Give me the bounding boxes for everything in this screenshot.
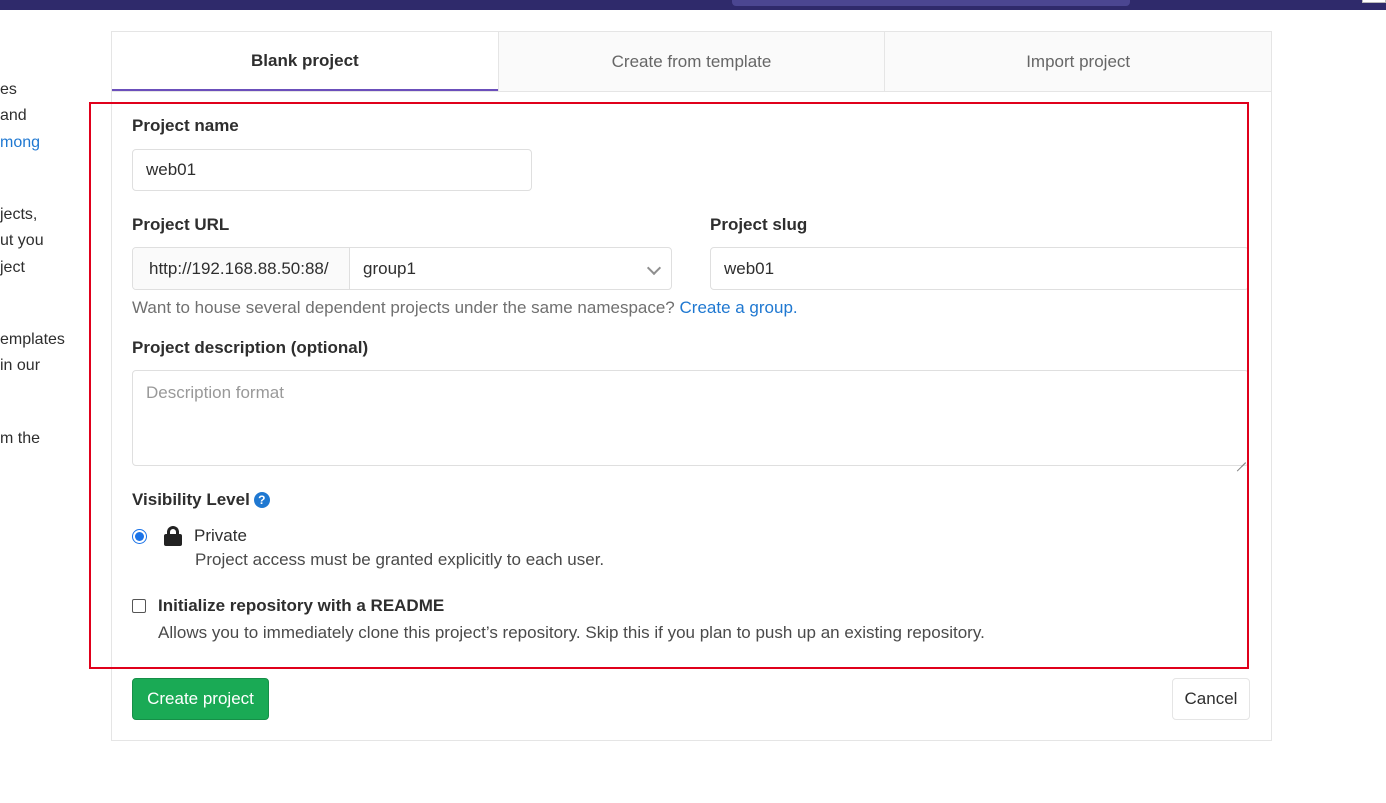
chevron-down-icon xyxy=(646,260,662,276)
tab-create-from-template[interactable]: Create from template xyxy=(497,32,885,91)
visibility-private-label[interactable]: Private xyxy=(194,526,247,546)
side-text-line: ject xyxy=(0,259,25,276)
tab-import-project[interactable]: Import project xyxy=(884,32,1272,91)
project-name-input[interactable]: web01 xyxy=(132,149,532,191)
side-text-line: jects, xyxy=(0,206,38,223)
create-group-link[interactable]: Create a group. xyxy=(680,298,798,317)
question-circle-icon[interactable]: ? xyxy=(253,492,270,508)
resize-handle-icon[interactable] xyxy=(1236,453,1246,463)
initialize-readme-checkbox[interactable] xyxy=(132,599,146,613)
lock-icon xyxy=(164,526,182,546)
create-project-button[interactable]: Create project xyxy=(132,678,269,720)
project-url-prefix: http://192.168.88.50:88/ xyxy=(133,248,350,289)
side-text-line: in our xyxy=(0,357,41,374)
project-name-label: Project name xyxy=(132,116,239,135)
side-text-line: m the xyxy=(0,430,41,447)
side-text-line: and xyxy=(0,107,27,124)
project-tabs: Blank project Create from template Impor… xyxy=(112,32,1272,92)
project-slug-label: Project slug xyxy=(710,215,808,234)
window-control[interactable] xyxy=(1362,0,1386,3)
namespace-help-text: Want to house several dependent projects… xyxy=(132,298,798,318)
project-description-label: Project description (optional) xyxy=(132,338,369,357)
visibility-private-radio[interactable] xyxy=(132,529,147,544)
project-description-textarea[interactable]: Description format xyxy=(132,370,1249,466)
side-text-line: ut you xyxy=(0,232,44,249)
top-navbar xyxy=(0,0,1386,10)
project-url-group: http://192.168.88.50:88/ group1 xyxy=(132,247,672,290)
tab-blank-project[interactable]: Blank project xyxy=(112,32,498,91)
cancel-button[interactable]: Cancel xyxy=(1172,678,1250,720)
navbar-search[interactable] xyxy=(732,0,1130,6)
project-url-label: Project URL xyxy=(132,215,230,234)
description-placeholder: Description format xyxy=(146,383,284,402)
project-slug-input[interactable]: web01 xyxy=(710,247,1249,290)
side-text-line: es xyxy=(0,81,17,98)
namespace-help-message: Want to house several dependent projects… xyxy=(132,298,675,317)
visibility-private-description: Project access must be granted explicitl… xyxy=(195,550,605,569)
side-text-line: emplates xyxy=(0,331,65,348)
initialize-readme-description: Allows you to immediately clone this pro… xyxy=(158,623,985,642)
side-text-link[interactable]: mong xyxy=(0,133,40,153)
namespace-select-value: group1 xyxy=(363,258,416,278)
namespace-select[interactable]: group1 xyxy=(350,248,671,289)
visibility-level-text: Visibility Level xyxy=(132,490,250,509)
visibility-level-label: Visibility Level? xyxy=(132,490,270,510)
initialize-readme-label[interactable]: Initialize repository with a README xyxy=(158,596,444,616)
